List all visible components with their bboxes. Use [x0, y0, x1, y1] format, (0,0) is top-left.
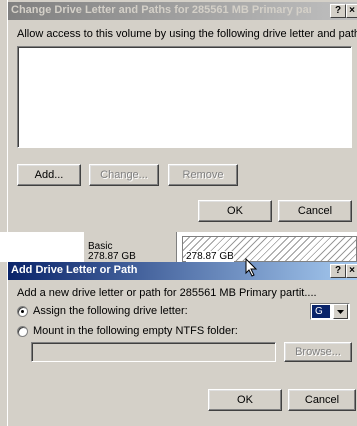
assign-letter-label[interactable]: Assign the following drive letter: — [33, 305, 188, 317]
drive-paths-list[interactable] — [17, 46, 352, 148]
chevron-down-icon[interactable] — [333, 304, 348, 319]
add-button[interactable]: Add... — [17, 164, 81, 186]
dialog2-intro: Add a new drive letter or path for 28556… — [17, 287, 317, 299]
add-drive-letter-dialog: Add Drive Letter or Path ? × Add a new d… — [7, 262, 357, 426]
remove-button[interactable]: Remove — [168, 164, 238, 186]
drive-letter-select[interactable]: G — [310, 303, 350, 320]
help-button[interactable]: ? — [330, 264, 346, 278]
disk-management-background: Basic 278.87 GB 278.87 GB — [0, 232, 357, 262]
partition-size: 278.87 GB — [186, 251, 234, 262]
mount-folder-label[interactable]: Mount in the following empty NTFS folder… — [33, 325, 238, 337]
disk-size: 278.87 GB — [88, 251, 136, 262]
assign-letter-radio[interactable] — [17, 306, 28, 317]
help-button[interactable]: ? — [330, 4, 346, 18]
mount-folder-path-input[interactable] — [31, 342, 276, 362]
change-drive-letter-dialog: Change Drive Letter and Paths for 285561… — [7, 0, 357, 232]
dialog1-titlebar: Change Drive Letter and Paths for 285561… — [8, 2, 357, 20]
dialog1-instruction: Allow access to this volume by using the… — [17, 28, 357, 40]
dialog1-title: Change Drive Letter and Paths for 285561… — [11, 4, 311, 16]
close-button[interactable]: × — [346, 264, 357, 278]
dialog1-cancel-button[interactable]: Cancel — [278, 200, 352, 222]
dialog2-cancel-button[interactable]: Cancel — [288, 389, 356, 411]
close-button[interactable]: × — [346, 4, 357, 18]
disk-info-panel: Basic 278.87 GB — [84, 232, 177, 262]
browse-button[interactable]: Browse... — [284, 342, 352, 362]
dialog2-ok-button[interactable]: OK — [208, 389, 282, 411]
partition-block[interactable]: 278.87 GB — [182, 236, 357, 262]
mount-folder-radio[interactable] — [17, 326, 28, 337]
change-button[interactable]: Change... — [89, 164, 159, 186]
dialog2-titlebar: Add Drive Letter or Path ? × — [8, 262, 357, 280]
mouse-pointer-icon — [245, 258, 258, 277]
drive-letter-value: G — [312, 305, 330, 318]
dialog2-title: Add Drive Letter or Path — [11, 264, 138, 276]
dialog1-ok-button[interactable]: OK — [198, 200, 272, 222]
